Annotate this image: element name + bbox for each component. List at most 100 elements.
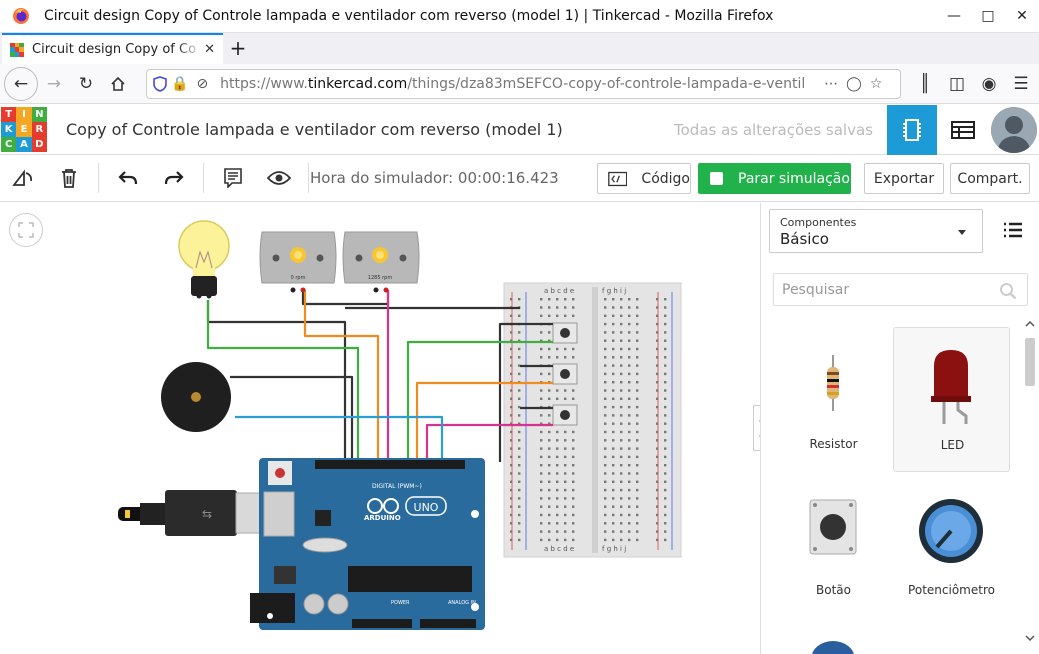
page-actions-icon[interactable]: ⋯ [824,76,838,92]
piezo-buzzer[interactable] [161,362,231,432]
breadboard-hole [572,455,575,459]
url-bar[interactable]: 🔒 ⊘ https://www.tinkercad.com/things/dza… [146,68,901,99]
user-avatar[interactable] [991,107,1037,153]
breadboard-hole [548,439,551,442]
breadboard-hole [510,439,513,442]
component-led[interactable]: LED [893,327,1010,472]
breadboard-hole [636,472,639,475]
power-pins-label: POWER [391,600,410,606]
close-window-icon[interactable]: ✕ [1005,8,1039,24]
menu-icon[interactable]: ☰ [1005,68,1037,100]
breadboard-hole [620,414,623,417]
permissions-icon[interactable]: ⊘ [196,76,208,92]
breadboard-hole [612,505,615,508]
push-button-3[interactable] [552,404,578,426]
bookmark-star-icon[interactable]: ☆ [870,76,883,92]
document-title[interactable]: Copy of Controle lampada e ventilador co… [66,120,563,139]
component-potentiometer[interactable]: Potenciômetro [893,473,1010,618]
component-resistor[interactable]: Resistor [775,327,892,472]
new-tab-button[interactable]: + [223,33,253,64]
lock-icon[interactable]: 🔒 [171,76,188,92]
scrollbar-thumb[interactable] [1025,338,1035,386]
breadboard-hole [656,464,659,467]
notes-button[interactable] [210,155,256,201]
breadboard-hole [510,414,513,417]
component-label: Resistor [809,437,858,451]
stop-simulation-button[interactable]: Parar simulação [698,163,851,194]
breadboard-hole [556,389,559,392]
url-text[interactable]: https://www.tinkercad.com/things/dza83mS… [220,76,820,92]
rotate-button[interactable] [0,155,46,201]
code-button[interactable]: Código [597,163,691,194]
svg-text:f g h i j: f g h i j [602,287,626,295]
breadboard-hole [556,472,559,475]
breadboard-hole [604,372,607,376]
breadboard-hole [540,455,543,459]
arduino-brand-label: ARDUINO [364,514,401,522]
list-view-button[interactable] [1003,222,1023,242]
forward-button[interactable]: → [38,68,70,100]
circuit-canvas[interactable]: a b c d e f g h i j a b c d e f g h i j [0,203,753,654]
breadboard-hole [510,347,513,351]
components-dropdown[interactable]: Componentes Básico [769,209,983,253]
dc-motor-2[interactable]: 1285 rpm [342,231,420,293]
undo-button[interactable] [105,155,151,201]
breadboard-hole [628,314,631,317]
breadboard-hole [628,530,631,533]
push-button-1[interactable] [552,322,578,344]
redo-button[interactable] [151,155,197,201]
breadboard-hole [604,314,607,317]
light-bulb[interactable] [178,220,230,299]
breadboard-hole [572,505,575,508]
tinkercad-logo[interactable]: T I N K E R C A D [1,106,47,153]
component-list-button[interactable] [938,105,988,155]
breadboard-hole [604,430,607,434]
breadboard-hole [620,298,623,301]
panel-scrollbar[interactable] [1023,318,1037,654]
component-next[interactable] [811,637,855,654]
breadboard-hole [518,505,521,508]
reload-button[interactable]: ↻ [70,68,102,100]
pocket-icon[interactable]: ◯ [846,76,862,92]
tab-tinkercad[interactable]: Circuit design Copy of Co ✕ [2,33,223,64]
led-icon [931,350,971,424]
board-model-label: UNO [414,501,439,514]
breadboard-hole [548,414,551,417]
delete-button[interactable] [46,155,92,201]
stop-simulation-label: Parar simulação [738,170,850,187]
close-tab-icon[interactable]: ✕ [204,42,215,57]
back-button[interactable]: ← [4,66,38,101]
breadboard-hole [604,439,607,442]
breadboard-hole [620,347,623,351]
visibility-button[interactable] [256,155,302,201]
sidebar-icon[interactable]: ◫ [941,68,973,100]
breadboard-hole [510,530,513,533]
export-button[interactable]: Exportar [864,163,944,194]
share-button[interactable]: Compart. [950,163,1030,194]
scroll-up-icon[interactable] [1025,320,1035,328]
minimize-icon[interactable]: — [937,8,971,24]
breadboard-hole [572,488,575,492]
redo-icon [164,171,184,185]
undo-icon [118,171,138,185]
scroll-down-icon[interactable] [1025,634,1035,642]
breadboard-hole [628,430,631,434]
arduino-uno-board[interactable]: DIGITAL (PWM~) ARDUINO UNO POWER ANALOG … [250,458,485,630]
breadboard-hole [612,480,615,483]
home-button[interactable] [102,68,134,100]
library-icon[interactable]: ║ [909,68,941,100]
breadboard-hole [604,513,607,517]
tab-label: Circuit design Copy of Co [32,42,197,57]
breadboard-hole [620,480,623,483]
breadboard-hole [620,306,623,309]
breadboard-hole [636,322,639,326]
push-button-2[interactable] [552,363,578,385]
dc-motor-1[interactable]: 0 rpm [259,231,337,293]
component-button[interactable]: Botão [775,473,892,618]
account-icon[interactable]: ◉ [973,68,1005,100]
breadboard-hole [612,381,615,384]
circuit-view-button[interactable] [887,105,937,155]
maximize-icon[interactable]: □ [971,8,1005,24]
component-search-input[interactable]: Pesquisar [773,273,1028,306]
shield-icon[interactable] [153,75,167,92]
